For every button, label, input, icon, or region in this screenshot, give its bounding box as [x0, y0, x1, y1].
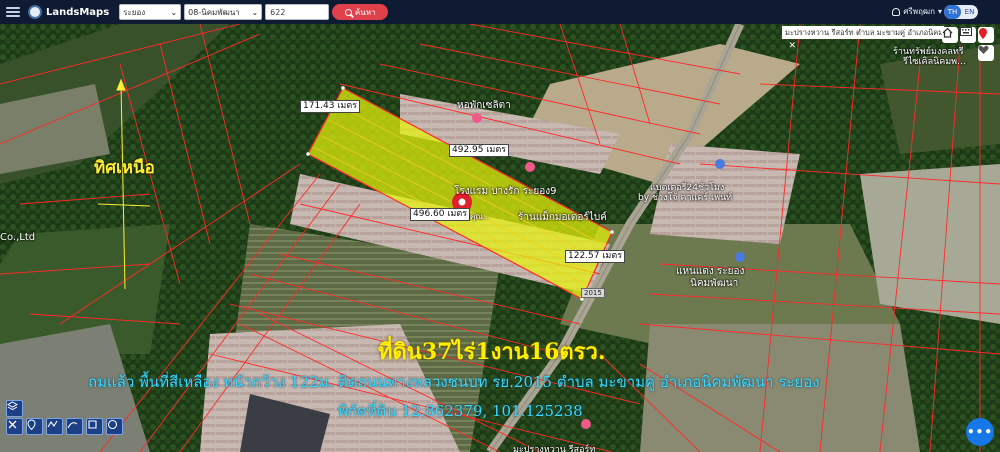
pin-tool-icon[interactable]	[26, 418, 43, 435]
place-label-pin-note: คุณ..	[470, 212, 488, 221]
chevron-down-icon: ⌄	[251, 7, 259, 17]
close-icon[interactable]: ✕	[788, 41, 796, 51]
layers-icon[interactable]	[6, 400, 23, 417]
home-icon[interactable]	[942, 27, 958, 43]
place-label-resort: มะปรางหวาน รีสอร์ท	[513, 445, 596, 452]
app-logo[interactable]: LandsMaps	[28, 5, 109, 19]
user-icon	[892, 7, 901, 16]
tools-icon[interactable]	[6, 418, 23, 435]
logo-icon	[28, 5, 42, 19]
place-label-battery-sub: by ช่างโจ้ คาแคร์ เพนท์	[638, 193, 733, 203]
place-label-shop: ร้านแม็กมอเตอร์ไบค์	[518, 212, 607, 223]
search-button[interactable]: ค้นหา	[332, 4, 389, 20]
distance-label-right: 122.57 เมตร	[565, 250, 626, 263]
land-description: ถมแล้ว พื้นที่สีเหลือง หน้ากว้าง 122ม. ต…	[88, 373, 820, 391]
place-label-dorm: หอพักเซลิตา	[457, 100, 511, 111]
land-size-headline: ที่ดิน37ไร่1งาน16ตรว.	[378, 339, 606, 365]
distance-label-top: 171.43 เมตร	[300, 100, 361, 113]
user-name: ศรีพฤฒก	[903, 7, 935, 16]
language-toggle[interactable]: TH EN	[944, 5, 978, 19]
north-label: ทิศเหนือ	[94, 158, 155, 178]
search-icon	[344, 8, 352, 16]
polyline-tool-icon[interactable]	[66, 418, 83, 435]
province-select[interactable]: ระยอง ⌄	[119, 4, 182, 20]
map-view[interactable]: มะปรางหวาน รีสอร์ท ตำบล มะขามคู่ อำเภอนิ…	[0, 24, 1000, 452]
keyboard-icon[interactable]	[960, 27, 976, 43]
place-label-hotel: โรงแรม บางรัก ระยอง9	[454, 186, 557, 197]
search-label: ค้นหา	[354, 7, 376, 17]
top-bar: LandsMaps ระยอง ⌄ 08-นิคมพัฒนา ⌄ 622 ค้น…	[0, 0, 1000, 24]
province-value: ระยอง	[123, 7, 146, 17]
more-options-button[interactable]: •••	[966, 418, 994, 446]
location-info-bar: มะปรางหวาน รีสอร์ท ตำบล มะขามคู่ อำเภอนิ…	[782, 26, 944, 39]
menu-icon[interactable]	[6, 7, 20, 17]
user-menu[interactable]: ศรีพฤฒก ▾	[892, 5, 942, 18]
app-name: LandsMaps	[46, 6, 110, 18]
line-tool-icon[interactable]	[46, 418, 63, 435]
parcel-number-input[interactable]: 622	[265, 4, 330, 20]
distance-label-upper: 492.95 เมตร	[449, 144, 510, 157]
chevron-down-icon: ⌄	[170, 7, 178, 17]
chevron-down-icon: ▾	[937, 7, 942, 16]
map-marker-icon[interactable]	[978, 27, 994, 43]
distance-label-lower: 496.60 เมตร	[410, 208, 471, 221]
lang-th-button[interactable]: TH	[944, 5, 961, 19]
place-label-shop-top-sub: รีไซเคิลนิคมพ...	[903, 57, 966, 67]
lang-en-button[interactable]: EN	[961, 5, 978, 19]
circle-tool-icon[interactable]	[106, 418, 123, 435]
polygon-tool-icon[interactable]	[86, 418, 103, 435]
district-value: 08-นิคมพัฒนา	[188, 7, 240, 17]
favorite-heart-icon[interactable]	[978, 45, 994, 61]
road-number-badge: 2015	[581, 288, 605, 298]
place-label-rental-sub: นิคมพัฒนา	[690, 278, 739, 289]
place-label-company: Co.,Ltd	[0, 232, 36, 243]
district-select[interactable]: 08-นิคมพัฒนา ⌄	[184, 4, 263, 20]
land-coordinates: พิกัดที่ดิน 12.862379, 101.125238	[338, 402, 583, 420]
